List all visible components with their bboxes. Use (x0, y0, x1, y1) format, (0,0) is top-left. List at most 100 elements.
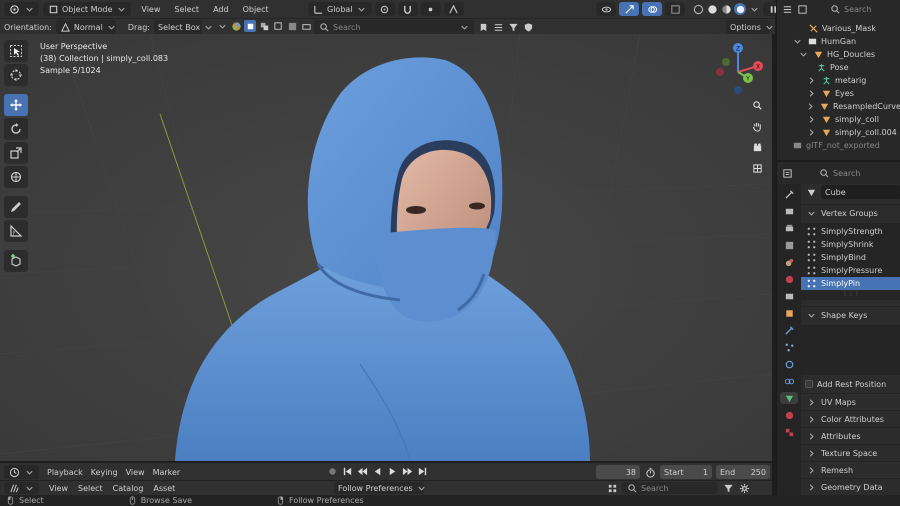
menu-keying[interactable]: Keying (91, 468, 118, 477)
filter-icon[interactable] (507, 21, 519, 33)
add-cube-tool[interactable] (4, 250, 28, 272)
rendered-shading-icon[interactable] (734, 3, 746, 15)
annotate-tool[interactable] (4, 196, 28, 218)
outliner-item-gltf-not-exported[interactable]: glTF_not_exported (783, 139, 900, 152)
menu-object[interactable]: Object (243, 5, 269, 14)
menu-playback[interactable]: Playback (47, 468, 83, 477)
menu-add[interactable]: Add (213, 5, 229, 14)
xray-toggle-button[interactable] (665, 2, 685, 16)
play-reverse-icon[interactable] (371, 465, 383, 477)
outliner-item-simply-coll-004[interactable]: simply_coll.004 (783, 126, 900, 139)
mode-dropdown[interactable]: Object Mode (43, 2, 132, 16)
view-layer-tab-icon[interactable] (783, 239, 795, 251)
menu-view[interactable]: View (141, 5, 160, 14)
vertex-group-item[interactable]: SimplyStrength (801, 225, 900, 238)
menu-asset[interactable]: Asset (153, 484, 175, 493)
editor-type-button[interactable] (4, 2, 39, 16)
vertex-group-item[interactable]: SimplyShrink (801, 238, 900, 251)
output-tab-icon[interactable] (783, 222, 795, 234)
measure-tool[interactable] (4, 220, 28, 242)
next-keyframe-icon[interactable] (401, 465, 413, 477)
chevron-down-icon[interactable] (216, 20, 228, 32)
gear-icon[interactable] (738, 482, 750, 494)
record-icon[interactable] (326, 465, 338, 477)
3d-viewport[interactable]: User Perspective (38) Collection | simpl… (0, 34, 772, 461)
select-mode-invert-icon[interactable] (286, 20, 298, 32)
outliner-item-eyes[interactable]: Eyes (783, 87, 900, 100)
uv-maps-panel-header[interactable]: UV Maps (801, 393, 900, 410)
camera-icon[interactable] (748, 138, 766, 156)
pivot-point-button[interactable] (374, 2, 395, 16)
scene-tab-icon[interactable] (783, 256, 795, 268)
end-frame-field[interactable]: End 250 (716, 465, 770, 479)
zoom-icon[interactable] (748, 96, 766, 114)
object-name-field[interactable]: Cube (821, 185, 900, 199)
shield-icon[interactable] (522, 21, 534, 33)
material-shading-icon[interactable] (720, 3, 732, 15)
menu-marker[interactable]: Marker (153, 468, 181, 477)
list-view-icon[interactable] (492, 21, 504, 33)
falloff-button[interactable] (443, 2, 464, 16)
material-tab-icon[interactable] (783, 409, 795, 421)
play-icon[interactable] (386, 465, 398, 477)
tool-tab-icon[interactable] (783, 188, 795, 200)
wireframe-shading-icon[interactable] (692, 3, 704, 15)
select-mode-intersect-icon[interactable] (300, 20, 312, 32)
jump-start-icon[interactable] (341, 465, 353, 477)
texture-space-panel-header[interactable]: Texture Space (801, 444, 900, 461)
pin-icon[interactable] (805, 186, 817, 198)
list-resize-handle[interactable]: ⋮⋮⋮ (801, 290, 900, 298)
prev-keyframe-icon[interactable] (356, 465, 368, 477)
texture-tab-icon[interactable] (783, 426, 795, 438)
transform-orientation-dropdown[interactable]: Global (308, 2, 372, 16)
outliner-item-pose[interactable]: Pose (783, 61, 900, 74)
physics-tab-icon[interactable] (783, 358, 795, 370)
object-tab-icon[interactable] (783, 307, 795, 319)
cursor-tool[interactable] (4, 64, 28, 86)
display-mode-icon[interactable] (796, 3, 808, 15)
scale-tool[interactable] (4, 142, 28, 164)
menu-asset-view[interactable]: View (49, 484, 68, 493)
add-rest-position-checkbox[interactable] (805, 380, 813, 388)
navigation-gizmo[interactable]: Z X Y (712, 38, 768, 98)
select-mode-subtract-icon[interactable] (272, 20, 284, 32)
vertex-group-item[interactable]: SimplyBind (801, 251, 900, 264)
select-mode-extend-icon[interactable] (258, 20, 270, 32)
select-box-tool[interactable] (4, 40, 28, 62)
outliner-icon[interactable] (781, 3, 793, 15)
grid-view-icon[interactable] (748, 159, 766, 177)
move-tool[interactable] (4, 94, 28, 116)
stopwatch-icon[interactable] (644, 466, 656, 478)
start-frame-field[interactable]: Start 1 (660, 465, 712, 479)
attributes-panel-header[interactable]: Attributes (801, 427, 900, 444)
geometry-data-panel-header[interactable]: Geometry Data (801, 478, 900, 495)
menu-catalog[interactable]: Catalog (113, 484, 144, 493)
collection-tab-icon[interactable] (783, 290, 795, 302)
modifiers-tab-icon[interactable] (783, 324, 795, 336)
shape-keys-panel-header[interactable]: Shape Keys (801, 306, 900, 323)
bookmark-icon[interactable] (477, 21, 489, 33)
select-mode-new-icon[interactable] (244, 20, 256, 32)
world-tab-icon[interactable] (783, 273, 795, 285)
outliner-item-hg-doucles[interactable]: HG_Doucles (783, 48, 900, 61)
jump-end-icon[interactable] (416, 465, 428, 477)
rotate-tool[interactable] (4, 118, 28, 140)
data-tab-icon[interactable] (780, 392, 798, 404)
overlays-toggle-button[interactable] (642, 2, 662, 16)
chevron-down-icon[interactable] (748, 3, 760, 15)
remesh-panel-header[interactable]: Remesh (801, 461, 900, 478)
properties-icon[interactable] (781, 167, 793, 179)
gizmo-toggle-button[interactable] (619, 2, 639, 16)
options-dropdown[interactable]: Options (726, 20, 773, 34)
shape-keys-list[interactable] (801, 325, 900, 375)
filter-icon[interactable] (722, 482, 734, 494)
transform-tool[interactable] (4, 166, 28, 188)
current-frame-field[interactable]: 38 (596, 465, 640, 479)
outliner-item-humgan[interactable]: HumGan (783, 35, 900, 48)
snap-button[interactable] (397, 2, 418, 16)
color-wheel-icon[interactable] (230, 20, 242, 32)
vertex-groups-panel-header[interactable]: Vertex Groups (801, 204, 900, 221)
solid-shading-icon[interactable] (706, 3, 718, 15)
vertex-group-item-selected[interactable]: SimplyPin (801, 277, 900, 290)
asset-editor-type-button[interactable] (4, 482, 39, 494)
